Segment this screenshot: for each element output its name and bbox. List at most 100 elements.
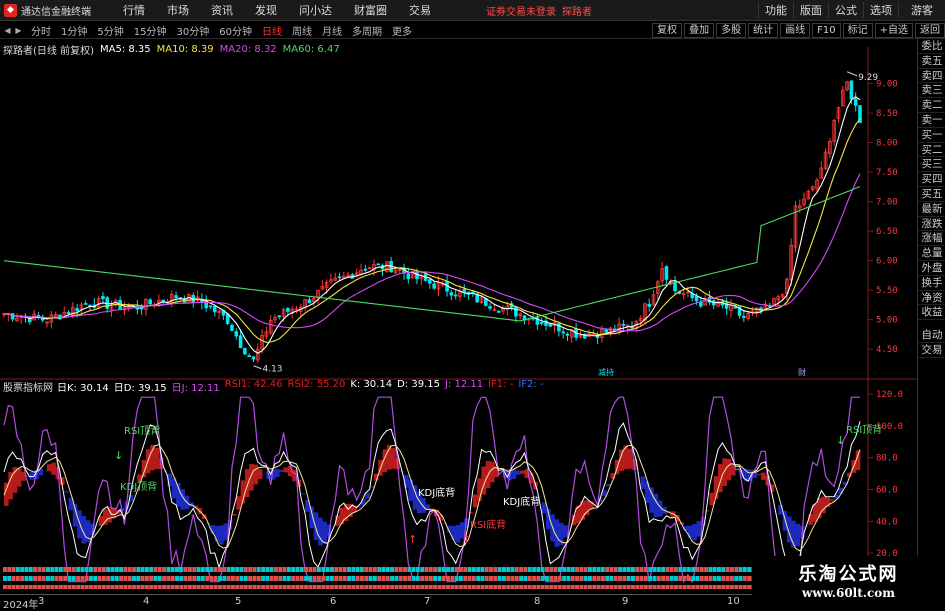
sidebar-item[interactable]: 买三 <box>918 157 945 172</box>
toolbar-button[interactable]: 标记 <box>843 23 873 38</box>
ma60-line <box>4 187 860 321</box>
signal-bar-top <box>188 567 192 572</box>
menu-item[interactable]: 行情 <box>112 2 156 18</box>
toolbar-button[interactable]: 返回 <box>915 23 945 38</box>
sidebar-item[interactable]: 卖一 <box>918 113 945 128</box>
indicator-value: J: 12.11 <box>445 379 483 394</box>
toolbar-button[interactable]: 统计 <box>748 23 778 38</box>
menu-item[interactable]: 发现 <box>244 2 288 18</box>
signal-bar-bottom <box>111 585 115 589</box>
signal-bar-bottom <box>93 585 97 589</box>
prev-arrow-icon[interactable]: ◀ <box>3 25 12 36</box>
sidebar-item[interactable]: 涨幅 <box>918 231 945 246</box>
right-menu-item[interactable]: 公式 <box>828 2 863 18</box>
signal-bar-bottom <box>244 585 248 589</box>
period-tab[interactable]: 多周期 <box>347 23 387 38</box>
period-tab[interactable]: 30分钟 <box>171 23 214 38</box>
indicator-name[interactable]: 股票指标网 <box>3 379 53 394</box>
signal-bar-bottom <box>554 585 558 589</box>
tdx-logo-icon: ◆ <box>4 4 17 17</box>
signal-bar-bottom <box>674 585 678 589</box>
toolbar-button[interactable]: 叠加 <box>684 23 714 38</box>
date-label: 5 <box>235 596 241 607</box>
rsi-band <box>520 471 525 474</box>
sidebar-item[interactable]: 净资 <box>918 291 945 306</box>
sidebar-item[interactable]: 换手 <box>918 276 945 291</box>
signal-bar-top <box>369 567 373 572</box>
sidebar-item[interactable]: 卖二 <box>918 98 945 113</box>
period-tab[interactable]: 周线 <box>287 23 317 38</box>
signal-bar-bottom <box>532 585 536 589</box>
candle-body <box>665 267 668 280</box>
menu-item[interactable]: 市场 <box>156 2 200 18</box>
chart-area[interactable]: 9.008.508.007.507.006.506.005.505.004.50… <box>0 39 917 592</box>
signal-bar-top <box>308 567 312 572</box>
signal-bar-mid <box>244 576 248 581</box>
period-tab[interactable]: 更多 <box>387 23 417 38</box>
signal-bar-top <box>696 567 700 572</box>
period-tab[interactable]: 15分钟 <box>129 23 172 38</box>
signal-bar-mid <box>184 576 188 581</box>
signal-bar-bottom <box>55 585 59 589</box>
sidebar-bottom-item[interactable]: 交易 <box>918 343 945 358</box>
login-notice[interactable]: 证券交易未登录探路者 <box>486 3 592 18</box>
signal-bar-top <box>274 567 278 572</box>
sidebar-item[interactable]: 卖四 <box>918 69 945 84</box>
right-menu-item[interactable]: 版面 <box>793 2 828 18</box>
sidebar-item[interactable]: 收益 <box>918 305 945 320</box>
sidebar-item[interactable]: 总量 <box>918 246 945 261</box>
period-tab[interactable]: 日线 <box>257 23 287 38</box>
toolbar-button[interactable]: 多股 <box>716 23 746 38</box>
right-menu-item[interactable]: 功能 <box>758 2 793 18</box>
period-tab[interactable]: 60分钟 <box>214 23 257 38</box>
signal-bar-mid <box>59 576 63 581</box>
toolbar-button[interactable]: 复权 <box>652 23 682 38</box>
menu-item[interactable]: 交易 <box>398 2 442 18</box>
signal-bar-bottom <box>566 585 570 589</box>
sidebar-item[interactable]: 涨跌 <box>918 217 945 232</box>
sidebar-item[interactable]: 买四 <box>918 172 945 187</box>
sidebar-item[interactable]: 卖三 <box>918 83 945 98</box>
signal-bar-top <box>429 567 433 572</box>
menu-item[interactable]: 问小达 <box>288 2 343 18</box>
toolbar-button[interactable]: +自选 <box>875 23 913 38</box>
candle-body <box>102 297 105 299</box>
sidebar-item[interactable]: 最新 <box>918 202 945 217</box>
price-tick-label: 6.00 <box>876 257 898 267</box>
period-tab[interactable]: 1分钟 <box>56 23 92 38</box>
signal-bar-bottom <box>339 585 343 589</box>
sidebar-item[interactable]: 外盘 <box>918 261 945 276</box>
guest-button[interactable]: 游客 <box>898 2 945 18</box>
sidebar-bottom-item[interactable]: 自动 <box>918 328 945 343</box>
sidebar-item[interactable]: 买二 <box>918 143 945 158</box>
signal-bar-top <box>657 567 661 572</box>
sidebar-item[interactable]: 委比 <box>918 39 945 54</box>
next-arrow-icon[interactable]: ▶ <box>14 25 23 36</box>
period-tab[interactable]: 月线 <box>317 23 347 38</box>
period-tab[interactable]: 分时 <box>26 23 56 38</box>
signal-bar-bottom <box>265 585 269 589</box>
chart-svg[interactable]: 9.008.508.007.507.006.506.005.505.004.50… <box>0 39 917 592</box>
toolbar-button[interactable]: F10 <box>812 23 840 38</box>
candle-body <box>364 269 367 270</box>
menu-item[interactable]: 财富圈 <box>343 2 398 18</box>
signal-bar-bottom <box>347 585 351 589</box>
signal-bar-mid <box>635 576 639 581</box>
sidebar-item[interactable]: 卖五 <box>918 54 945 69</box>
signal-bar-top <box>592 567 596 572</box>
right-menu-item[interactable]: 选项 <box>863 2 898 18</box>
sidebar-item[interactable]: 买一 <box>918 128 945 143</box>
signal-bar-bottom <box>240 585 244 589</box>
signal-bar-top <box>46 567 50 572</box>
toolbar-button[interactable]: 画线 <box>780 23 810 38</box>
signal-bar-bottom <box>154 585 158 589</box>
period-tab[interactable]: 5分钟 <box>92 23 128 38</box>
signal-bar-mid <box>33 576 37 581</box>
menu-item[interactable]: 资讯 <box>200 2 244 18</box>
signal-bar-top <box>627 567 631 572</box>
signal-bar-top <box>640 567 644 572</box>
signal-bar-mid <box>468 576 472 581</box>
signal-bar-bottom <box>76 585 80 589</box>
price-tick-label: 9.00 <box>876 80 898 90</box>
sidebar-item[interactable]: 买五 <box>918 187 945 202</box>
